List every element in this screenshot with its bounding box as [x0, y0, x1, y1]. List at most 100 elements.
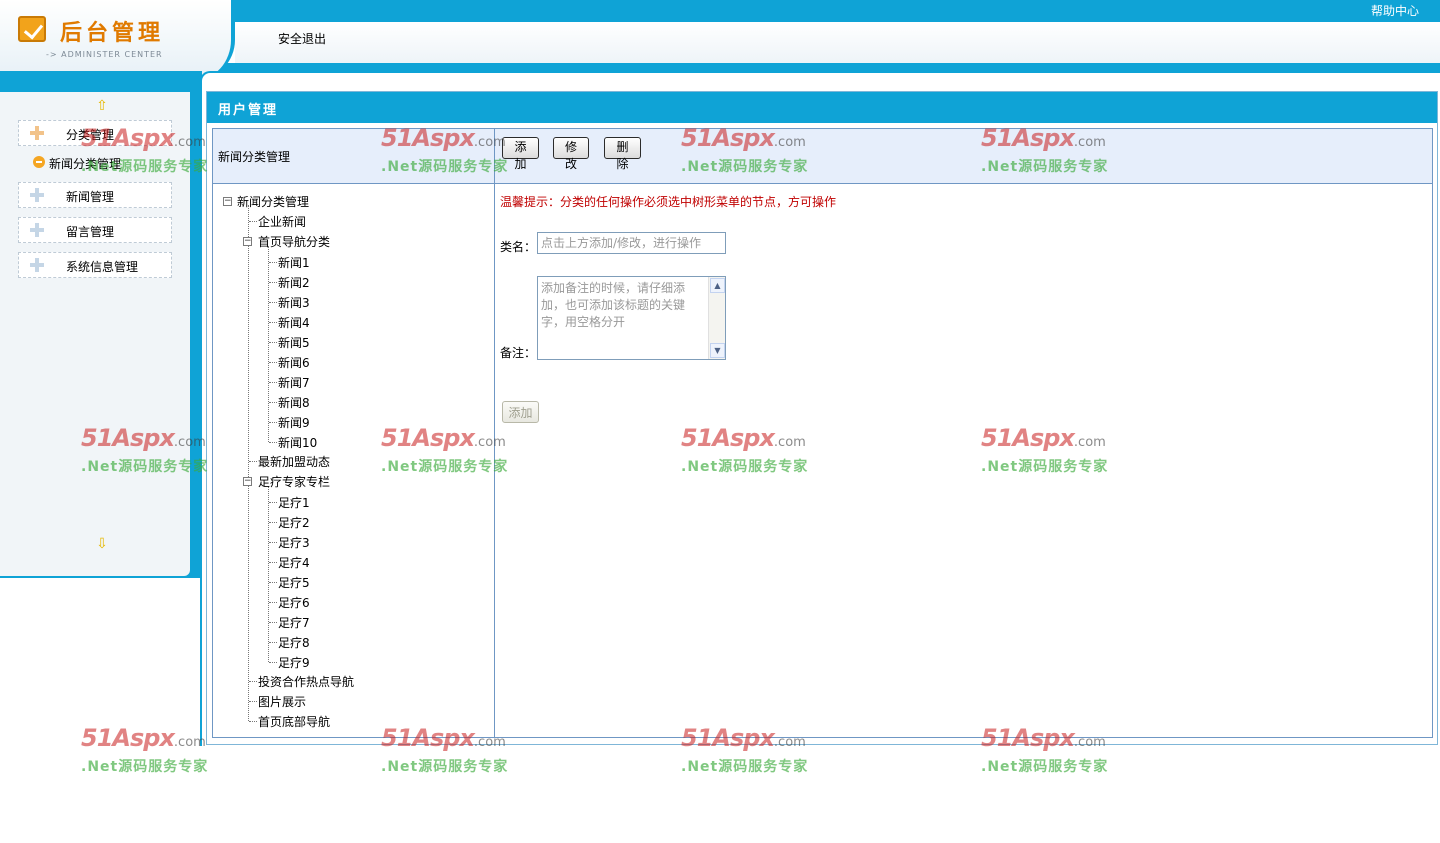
tree-node[interactable]: 投资合作热点导航	[258, 673, 354, 690]
tree-connector	[269, 562, 277, 563]
plus-icon	[29, 125, 45, 141]
sidebar-subitem-label: 新闻分类管理	[49, 157, 122, 171]
submit-add-button[interactable]: 添加	[502, 401, 539, 423]
tree-connector	[249, 701, 257, 702]
tree-leaf[interactable]: 新闻3	[278, 294, 310, 311]
tree-connector	[269, 382, 277, 383]
delete-button[interactable]: 删除	[604, 137, 641, 171]
watermark-slogan: .Net源码服务专家	[381, 759, 509, 775]
tree-leaf[interactable]: 新闻7	[278, 374, 310, 391]
tree-leaf[interactable]: 新闻6	[278, 354, 310, 371]
tree-panel-title: 新闻分类管理	[218, 150, 291, 164]
tree-connector	[269, 422, 277, 423]
plus-icon	[29, 257, 45, 273]
tree-connector	[269, 262, 277, 263]
tree-leaf[interactable]: 足疗5	[278, 574, 310, 591]
watermark-brand: 51Aspx	[81, 724, 175, 752]
tree-leaf[interactable]: 足疗6	[278, 594, 310, 611]
sidebar-item-messages[interactable]: 留言管理	[18, 217, 172, 243]
tree-connector	[249, 461, 257, 462]
category-name-input[interactable]	[537, 232, 726, 254]
tree-leaf[interactable]: 足疗8	[278, 634, 310, 651]
tree-connector	[269, 302, 277, 303]
tree-leaf[interactable]: 新闻5	[278, 334, 310, 351]
tree-connector	[269, 602, 277, 603]
edit-button[interactable]: 修改	[553, 137, 589, 171]
tree-leaf[interactable]: 足疗9	[278, 654, 310, 671]
tree-node[interactable]: 最新加盟动态	[258, 453, 330, 470]
add-button[interactable]: 添加	[502, 137, 539, 171]
logo-panel: 后台管理 -> ADMINISTER CENTER	[0, 0, 235, 80]
tree-leaf[interactable]: 新闻10	[278, 434, 317, 451]
tree-connector	[269, 322, 277, 323]
tree-leaf[interactable]: 新闻4	[278, 314, 310, 331]
logo-subtitle: -> ADMINISTER CENTER	[46, 50, 163, 59]
tree-node[interactable]: 图片展示	[258, 693, 306, 710]
header-sub-bar	[235, 22, 1440, 63]
sidebar-item-system-info[interactable]: 系统信息管理	[18, 252, 172, 278]
tree-leaf[interactable]: 新闻2	[278, 274, 310, 291]
tree-node[interactable]: 企业新闻	[258, 213, 306, 230]
sidebar-item-label: 新闻管理	[66, 190, 115, 204]
plus-icon	[29, 187, 45, 203]
tree-connector	[268, 486, 269, 662]
main-title-bar	[207, 92, 1437, 123]
plus-icon	[29, 222, 45, 238]
tree-connector	[269, 362, 277, 363]
tree-connector	[269, 582, 277, 583]
tree-leaf[interactable]: 新闻9	[278, 414, 310, 431]
logo-check-icon	[18, 16, 46, 42]
sidebar-item-label: 留言管理	[66, 225, 115, 239]
tree-leaf[interactable]: 足疗2	[278, 514, 310, 531]
tree-leaf[interactable]: 足疗1	[278, 494, 310, 511]
tree-panel	[212, 128, 495, 738]
sidebar-item-label: 系统信息管理	[66, 260, 139, 274]
header: 后台管理 -> ADMINISTER CENTER 安全退出 帮助中心	[0, 0, 1440, 80]
tree-connector	[269, 442, 277, 443]
page-title: 用户管理	[218, 103, 279, 118]
sidebar-item-news[interactable]: 新闻管理	[18, 182, 172, 208]
tree-leaf[interactable]: 足疗7	[278, 614, 310, 631]
tree-leaf[interactable]: 新闻8	[278, 394, 310, 411]
scroll-down-arrow-icon[interactable]: ⇩	[95, 537, 109, 551]
tree-connector	[269, 642, 277, 643]
tree-connector	[269, 522, 277, 523]
category-name-label: 类名：	[500, 240, 537, 254]
help-center-link[interactable]: 帮助中心	[1371, 2, 1419, 19]
tree-connector	[269, 542, 277, 543]
tree-node[interactable]: 首页导航分类	[258, 233, 330, 250]
tree-node[interactable]: 首页底部导航	[258, 713, 330, 730]
tree-connector	[269, 342, 277, 343]
tree-leaf[interactable]: 足疗3	[278, 534, 310, 551]
scroll-up-arrow-icon[interactable]: ⇧	[95, 99, 109, 113]
watermark-slogan: .Net源码服务专家	[681, 759, 809, 775]
tree-connector	[268, 246, 269, 442]
sidebar-item-label: 分类管理	[66, 128, 115, 142]
tree-connector	[248, 205, 249, 721]
logout-link[interactable]: 安全退出	[278, 30, 326, 47]
scroll-up-icon[interactable]: ▲	[710, 278, 725, 293]
tree-connector	[269, 282, 277, 283]
tree-connector	[269, 622, 277, 623]
tree-node[interactable]: 足疗专家专栏	[258, 473, 330, 490]
sidebar-item-category[interactable]: 分类管理	[18, 120, 172, 146]
watermark-slogan: .Net源码服务专家	[81, 759, 209, 775]
note-label: 备注：	[500, 346, 537, 360]
note-textarea[interactable]	[537, 276, 726, 360]
tree-connector	[269, 662, 277, 663]
collapse-toggle-icon[interactable]: −	[243, 477, 252, 486]
logo-title: 后台管理	[60, 20, 165, 46]
tree-connector	[249, 681, 257, 682]
tree-leaf[interactable]: 新闻1	[278, 254, 310, 271]
form-panel	[494, 128, 1433, 738]
header-bottom-line	[190, 63, 1440, 71]
collapse-toggle-icon[interactable]: −	[223, 197, 232, 206]
note-scrollbar[interactable]: ▲ ▼	[708, 277, 725, 359]
tree-node-root[interactable]: 新闻分类管理	[237, 193, 309, 210]
tree-leaf[interactable]: 足疗4	[278, 554, 310, 571]
tree-connector	[269, 402, 277, 403]
collapse-toggle-icon[interactable]: −	[243, 237, 252, 246]
warning-tip: 温馨提示：分类的任何操作必须选中树形菜单的节点，方可操作	[500, 195, 837, 209]
tree-connector	[249, 221, 257, 222]
scroll-down-icon[interactable]: ▼	[710, 343, 725, 358]
